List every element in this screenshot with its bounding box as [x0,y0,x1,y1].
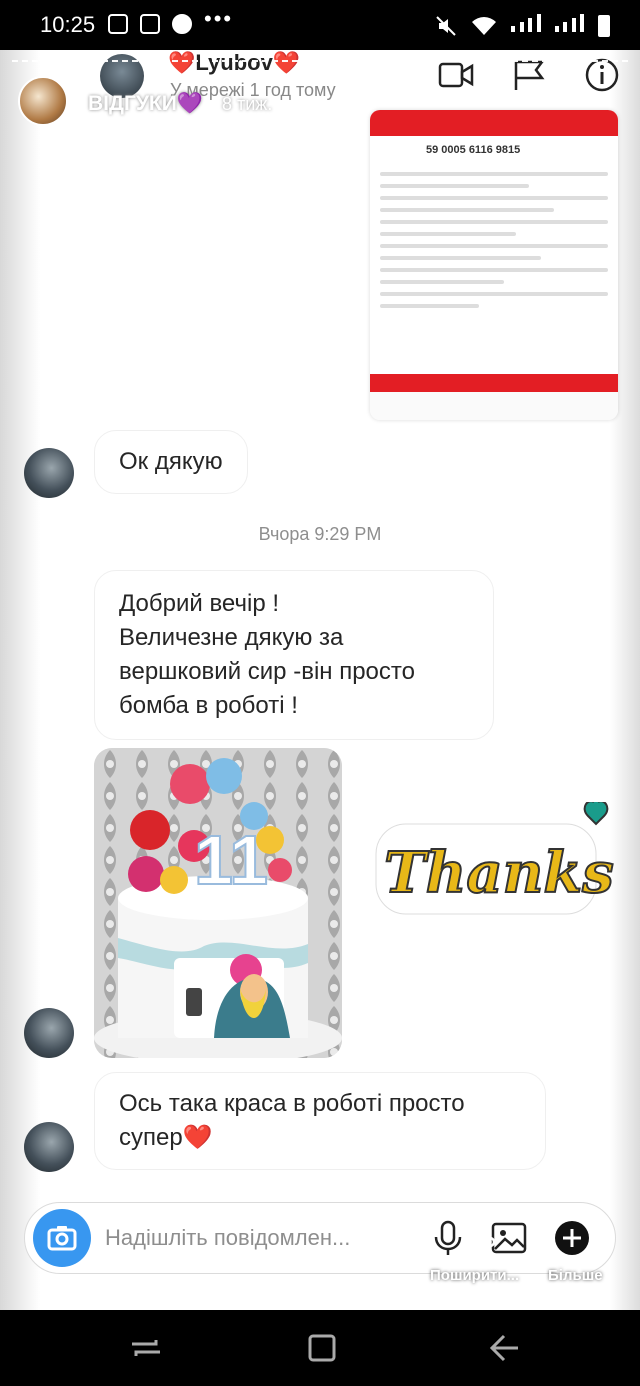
tracking-number: 59 0005 6116 9815 [426,144,521,156]
more-button[interactable]: Більше [548,1267,603,1284]
facebook-icon [172,14,192,34]
topper-number: 11 [194,821,268,899]
date-separator: Вчора 9:29 PM [258,524,382,544]
attachment-red-button [370,374,618,392]
story-progress-bar [12,60,628,62]
screenshot-attachment[interactable]: 59 0005 6116 9815 [370,110,618,420]
attachment-line [380,220,608,224]
sender-avatar[interactable] [24,448,74,498]
instagram-icon [108,14,128,34]
message-composer: Надішліть повідомлен... [24,1202,616,1274]
message-input[interactable]: Надішліть повідомлен... [105,1225,350,1251]
signal-icon [511,14,541,37]
message-bubble: Ось така краса в роботі просто супер❤️ [94,1072,546,1170]
attachment-line [380,304,480,308]
thanks-text: Thanks [384,840,614,906]
attachment-line [380,244,608,248]
attachment-line [380,232,517,236]
wifi-icon [472,17,497,35]
sender-avatar[interactable] [24,1122,74,1172]
story-name[interactable]: ВІДГУКИ💜 [88,92,203,116]
add-plus-icon[interactable] [553,1219,591,1257]
back-icon[interactable] [486,1330,522,1366]
share-button[interactable]: Поширити... [430,1267,519,1284]
attachment-line [380,256,542,260]
thanks-sticker: Thanks [375,802,615,915]
report-flag-icon[interactable] [512,58,548,92]
contact-name[interactable]: ❤️Lyubov❤️ [168,50,300,76]
camera-button[interactable] [33,1209,91,1267]
video-call-icon[interactable] [438,58,474,92]
attachment-line [380,292,608,296]
mute-icon [436,16,456,36]
status-time: 10:25 [40,12,96,37]
share-icon[interactable] [458,1212,498,1248]
message-bubble: Добрий вечір ! Величезне дякую за вершко… [94,570,494,740]
more-notifications-icon: ••• [204,6,234,31]
attachment-line [380,172,608,176]
recent-apps-icon[interactable] [128,1330,164,1366]
chat-screen: ВІДГУКИ💜 8 тиж. ← ❤️Lyubov❤️ У мережі 1 … [0,50,640,1310]
sender-avatar[interactable] [24,1008,74,1058]
info-icon[interactable] [584,58,620,92]
message-bubble: Ок дякую [94,430,248,494]
gallery-icon [140,14,160,34]
system-icons [435,14,610,37]
status-bar: 10:25 ••• [0,0,640,50]
cake-photo[interactable]: 11 [94,748,342,1058]
android-nav-bar [0,1310,640,1386]
home-icon[interactable] [304,1330,340,1366]
story-time: 8 тиж. [222,94,273,114]
attachment-nav [370,392,618,420]
battery-icon [598,15,610,37]
attachment-line [380,208,554,212]
attachment-line [380,184,529,188]
camera-icon [47,1226,77,1251]
attachment-line [380,268,608,272]
notification-icons [108,14,192,34]
story-avatar[interactable] [18,76,68,126]
attachment-line [380,280,504,284]
attachment-red-header [370,110,618,136]
attachment-line [380,196,608,200]
signal-icon-2 [554,14,584,37]
